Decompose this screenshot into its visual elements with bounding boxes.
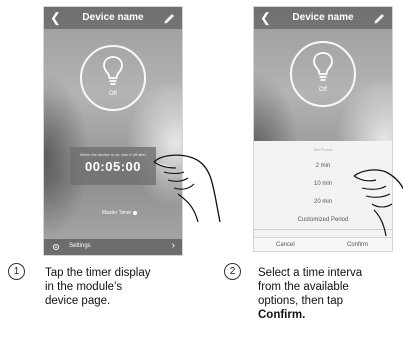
bulb-icon [103, 56, 123, 85]
power-toggle[interactable]: Off [290, 41, 356, 107]
timer-caption: When the device is on, turn it off after [79, 152, 147, 157]
confirm-button[interactable]: Confirm [347, 242, 368, 248]
timer-value: 00:05:00 [84, 159, 142, 174]
picker-actions: Cancel Confirm [254, 237, 392, 251]
timer-display[interactable]: When the device is on, turn it off after… [70, 147, 156, 185]
step-number: 1 [8, 263, 25, 280]
settings-row[interactable]: Settings › [44, 239, 182, 255]
step-text: Tap the timer display in the module’s de… [45, 266, 195, 308]
title-bar: ❮ Device name [44, 7, 182, 29]
step-line-bold: Confirm. [258, 309, 306, 321]
power-toggle[interactable]: Off [80, 45, 146, 111]
step-text: Select a time interva from the available… [258, 266, 403, 322]
step-line: options, then tap [258, 295, 344, 307]
cancel-button[interactable]: Cancel [276, 242, 295, 248]
master-timer-toggle[interactable]: Master Timer [102, 210, 138, 216]
state-label: Off [109, 91, 117, 97]
hand-pointer-icon [353, 169, 403, 236]
step-line: Tap the timer display [45, 267, 151, 279]
step-number: 2 [224, 263, 241, 280]
title-bar: ❮ Device name [254, 7, 392, 29]
step-line: Select a time interva [258, 267, 363, 279]
state-label: Off [319, 87, 327, 93]
chevron-right-icon: › [171, 240, 175, 251]
toggle-dot-icon [133, 210, 138, 215]
step-line: from the available [258, 281, 349, 293]
step-line: device page. [45, 295, 111, 307]
settings-label: Settings [69, 243, 91, 249]
pencil-icon[interactable] [162, 10, 176, 24]
bulb-icon [313, 52, 333, 81]
pencil-icon[interactable] [372, 10, 386, 24]
gear-icon [52, 243, 60, 251]
master-timer-label: Master Timer [102, 210, 132, 216]
step-line: in the module’s [45, 281, 123, 293]
hand-pointer-icon [153, 154, 221, 223]
